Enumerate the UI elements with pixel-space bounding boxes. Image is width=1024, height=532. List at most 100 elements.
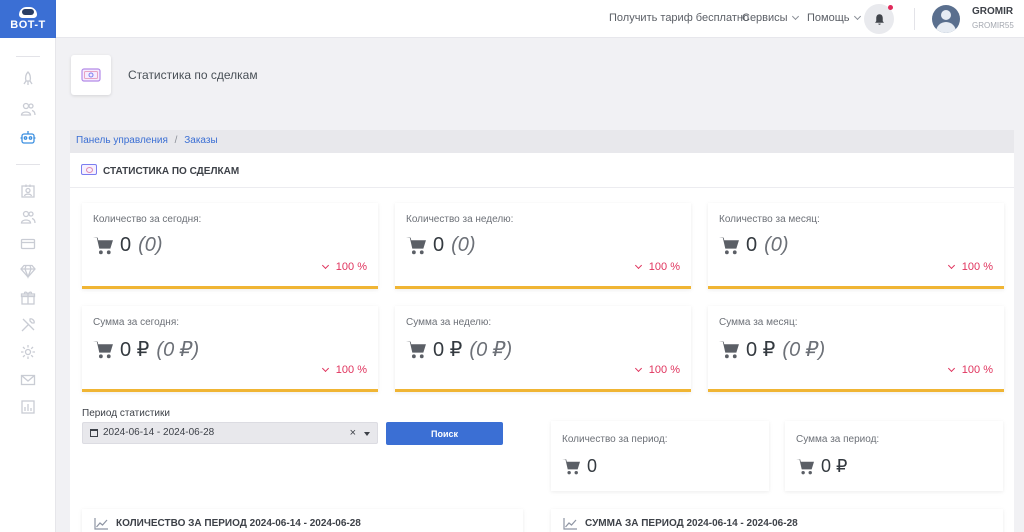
period-sum-value-row: 0 ₽	[796, 456, 847, 477]
clear-selection-button[interactable]: ×	[350, 427, 356, 439]
help-label: Помощь	[807, 12, 850, 24]
card-header: Статистика по сделкам	[70, 153, 1014, 188]
stat-change: 100 %	[634, 364, 680, 376]
stat-value: 0 (0)	[406, 234, 476, 257]
sidebar-item-contacts[interactable]	[17, 182, 39, 200]
stat-number: 0 ₽	[746, 339, 776, 361]
stat-secondary: (0 ₽)	[156, 339, 200, 361]
sidebar-item-payments[interactable]	[17, 235, 39, 253]
chevron-down-icon	[947, 364, 955, 372]
sidebar-item-bots[interactable]	[17, 128, 39, 146]
sidebar-item-bonuses[interactable]	[17, 289, 39, 307]
page-title: Статистика по сделкам	[128, 68, 258, 82]
cart-icon	[562, 458, 580, 475]
stat-secondary: (0)	[138, 234, 163, 256]
services-label: Сервисы	[742, 12, 788, 24]
sidebar-item-tools[interactable]	[17, 316, 39, 334]
chevron-down-icon	[853, 12, 861, 21]
stat-change-value: 100 %	[961, 364, 993, 376]
sidebar-item-users[interactable]	[17, 100, 39, 118]
user-name[interactable]: GROMIR	[972, 6, 1013, 17]
stat-secondary: (0 ₽)	[782, 339, 826, 361]
stat-label: Количество за месяц:	[719, 214, 820, 225]
stat-sum-week: Сумма за неделю: 0 ₽ (0 ₽) 100 %	[395, 306, 691, 392]
search-button[interactable]: Поиск	[386, 422, 503, 445]
stat-label: Сумма за неделю:	[406, 317, 492, 328]
page-icon	[71, 55, 111, 95]
stat-change-value: 100 %	[335, 364, 367, 376]
period-count-value-row: 0	[562, 456, 597, 477]
gear-icon	[21, 345, 35, 359]
rocket-icon	[23, 71, 33, 85]
stat-change: 100 %	[947, 261, 993, 273]
services-menu[interactable]: Сервисы	[742, 12, 799, 24]
stat-number: 0	[746, 234, 758, 256]
sidebar-item-rocket[interactable]	[17, 70, 39, 88]
stat-secondary: (0)	[451, 234, 476, 256]
notifications-button[interactable]	[864, 4, 894, 34]
period-count-card: Количество за период: 0	[551, 421, 769, 491]
stat-sum-today: Сумма за сегодня: 0 ₽ (0 ₽) 100 %	[82, 306, 378, 392]
breadcrumb: Панель управления / Заказы	[70, 130, 1014, 153]
cart-icon	[719, 341, 739, 359]
cart-icon	[796, 458, 814, 475]
stat-change-value: 100 %	[335, 261, 367, 273]
help-menu[interactable]: Помощь	[807, 12, 861, 24]
diamond-icon	[20, 264, 36, 279]
chevron-down-icon	[321, 261, 329, 269]
line-chart-icon	[563, 517, 578, 530]
logo-text: BOT-T	[10, 19, 46, 31]
stat-number: 0	[120, 234, 132, 256]
stat-value: 0 ₽ (0 ₽)	[93, 337, 199, 362]
stat-label: Сумма за месяц:	[719, 317, 798, 328]
stat-value: 0 ₽ (0 ₽)	[719, 337, 825, 362]
stat-change-value: 100 %	[648, 364, 680, 376]
stat-value: 0 (0)	[719, 234, 789, 257]
page-header: Статистика по сделкам	[56, 38, 1024, 130]
notification-dot	[888, 5, 893, 10]
dropdown-arrow-icon[interactable]	[364, 432, 370, 436]
sidebar-item-clients[interactable]	[17, 208, 39, 226]
breadcrumb-dashboard[interactable]: Панель управления	[76, 135, 168, 146]
period-date-select[interactable]: 2024-06-14 - 2024-06-28 ×	[82, 422, 378, 444]
stat-count-month: Количество за месяц: 0 (0) 100 %	[708, 203, 1004, 289]
app-logo[interactable]: BOT-T	[0, 0, 56, 38]
sidebar-item-settings[interactable]	[17, 343, 39, 361]
robot-icon	[20, 131, 36, 144]
period-value: 2024-06-14 - 2024-06-28	[103, 427, 215, 438]
period-count-value: 0	[587, 456, 598, 476]
cart-icon	[93, 237, 113, 255]
cart-icon	[406, 341, 426, 359]
stat-number: 0 ₽	[120, 339, 150, 361]
period-sum-value: 0 ₽	[821, 456, 848, 476]
gift-icon	[20, 291, 36, 305]
stat-label: Количество за неделю:	[406, 214, 514, 225]
stat-secondary: (0)	[764, 234, 789, 256]
stat-count-week: Количество за неделю: 0 (0) 100 %	[395, 203, 691, 289]
sidebar-item-messages[interactable]	[17, 371, 39, 389]
navbar-divider	[914, 8, 915, 30]
users-icon	[20, 102, 36, 116]
credit-card-icon	[20, 238, 36, 250]
chevron-down-icon	[321, 364, 329, 372]
stat-value: 0 ₽ (0 ₽)	[406, 337, 512, 362]
stat-number: 0 ₽	[433, 339, 463, 361]
sidebar-divider	[16, 56, 40, 57]
chevron-down-icon	[791, 12, 799, 21]
stat-change-value: 100 %	[648, 261, 680, 273]
free-tariff-link[interactable]: Получить тариф бесплатно	[609, 12, 749, 24]
calendar-icon	[90, 429, 98, 437]
stat-change: 100 %	[321, 364, 367, 376]
sidebar-item-statistics[interactable]	[17, 398, 39, 416]
sidebar-item-premium[interactable]	[17, 262, 39, 280]
group-icon	[20, 210, 36, 224]
stat-value: 0 (0)	[93, 234, 163, 257]
stat-change: 100 %	[947, 364, 993, 376]
bar-chart-icon	[21, 400, 35, 414]
avatar[interactable]	[932, 5, 960, 33]
stat-change: 100 %	[634, 261, 680, 273]
stat-sum-month: Сумма за месяц: 0 ₽ (0 ₽) 100 %	[708, 306, 1004, 392]
chevron-down-icon	[634, 261, 642, 269]
period-sum-card: Сумма за период: 0 ₽	[785, 421, 1003, 491]
breadcrumb-orders[interactable]: Заказы	[184, 135, 217, 146]
